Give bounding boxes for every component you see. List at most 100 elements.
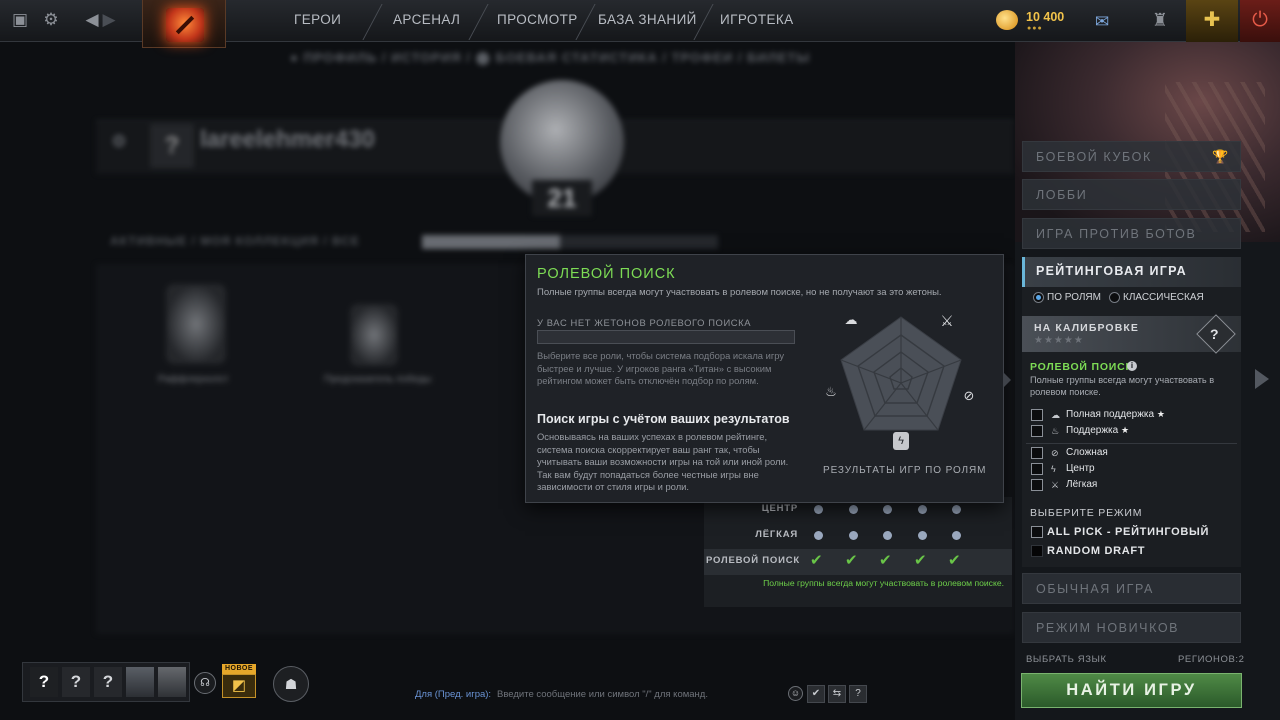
battle-cup-button[interactable]: БОЕВОЙ КУБОК 🏆 — [1022, 141, 1241, 172]
classic-label: КЛАССИЧЕСКАЯ — [1123, 292, 1204, 303]
info-icon[interactable]: i — [1127, 361, 1137, 371]
check-icon: ✔ — [810, 552, 823, 569]
chat-channel-label[interactable]: Для (Пред. игра): — [415, 689, 491, 700]
role-search-title: РОЛЕВОЙ ПОИСК — [1030, 361, 1133, 373]
nav-separator — [362, 4, 383, 40]
dota-plus-icon[interactable]: ✚ — [1186, 0, 1238, 42]
classic-radio[interactable] — [1109, 292, 1120, 303]
party-slot-empty[interactable]: ? — [62, 667, 90, 697]
role-search-description: Полные группы всегда могут участвовать в… — [1030, 375, 1215, 397]
role-table-note: Полные группы всегда могут участвовать в… — [763, 578, 1004, 588]
no-tokens-label: У ВАС НЕТ ЖЕТОНОВ РОЛЕВОГО ПОИСКА — [537, 317, 752, 328]
newbie-mode-button[interactable]: РЕЖИМ НОВИЧКОВ — [1022, 612, 1241, 643]
role-dot — [814, 505, 823, 514]
ranked-game-header[interactable]: РЕЙТИНГОВАЯ ИГРА — [1022, 257, 1241, 287]
armory-helmet-icon[interactable]: ♜ — [1148, 8, 1172, 32]
rank-unknown-icon: ? — [1210, 326, 1219, 342]
nav-separator — [468, 4, 489, 40]
role-dot — [849, 505, 858, 514]
username: lareelehmer430 — [200, 126, 375, 153]
role-dot — [814, 531, 823, 540]
star-icon: ★ — [1156, 409, 1165, 419]
party-hero-portrait[interactable] — [158, 667, 186, 697]
role-label: Лёгкая — [1066, 479, 1098, 490]
table-row: РОЛЕВОЙ ПОИСК ✔ ✔ ✔ ✔ ✔ — [704, 549, 1012, 575]
trophy-progress — [422, 235, 718, 249]
check-button-icon[interactable]: ✔ — [807, 685, 825, 703]
tooltip-subheading: Поиск игры с учётом ваших результатов — [537, 412, 790, 426]
trophy-label: Предсказатель победы — [324, 374, 432, 385]
mode-checkbox-all-pick[interactable] — [1031, 526, 1043, 538]
gear-icon[interactable]: ⚙ — [39, 8, 63, 32]
calibration-panel: НА КАЛИБРОВКЕ ★★★★★ ? — [1022, 314, 1241, 354]
normal-game-button[interactable]: ОБЫЧНАЯ ИГРА — [1022, 573, 1241, 604]
trophy-icon: 🏆 — [1212, 149, 1230, 164]
party-slot-self[interactable]: ? — [30, 667, 58, 697]
regions-link[interactable]: РЕГИОНОВ:2 — [1178, 654, 1245, 665]
translate-icon[interactable]: ⇆ — [828, 685, 846, 703]
nav-heroes[interactable]: ГЕРОИ — [294, 0, 341, 42]
nav-separator — [575, 4, 596, 40]
role-label: Полная поддержка ★ — [1066, 409, 1165, 420]
calibration-label: НА КАЛИБРОВКЕ — [1034, 322, 1139, 334]
dashboard-icon[interactable]: ▣ — [8, 8, 32, 32]
role-name: Полная поддержка — [1066, 409, 1155, 420]
role-checkbox-carry[interactable] — [1031, 479, 1043, 491]
chat-bubble-icon[interactable]: ✉ — [1090, 10, 1114, 34]
language-select-link[interactable]: ВЫБРАТЬ ЯЗЫК — [1026, 654, 1107, 665]
shards-coin-icon[interactable] — [996, 10, 1018, 30]
check-icon: ✔ — [914, 552, 927, 569]
role-dot — [952, 531, 961, 540]
role-label: Сложная — [1066, 447, 1108, 458]
tooltip-description: Полные группы всегда могут участвовать в… — [537, 287, 942, 298]
role-dot — [849, 531, 858, 540]
nav-armory[interactable]: АРСЕНАЛ — [393, 0, 460, 42]
check-icon: ✔ — [948, 552, 961, 569]
role-checkbox-offlane[interactable] — [1031, 447, 1043, 459]
emoji-icon[interactable]: ☺ — [788, 686, 803, 701]
headset-icon[interactable]: ☊ — [194, 672, 216, 694]
lobby-button[interactable]: ЛОББИ — [1022, 179, 1241, 210]
friends-group-icon[interactable]: ☗ — [273, 666, 309, 702]
role-stats-table: ЦЕНТР ЛЁГКАЯ РОЛЕВОЙ ПОИСК ✔ ✔ ✔ ✔ ✔ Пол… — [704, 497, 1012, 607]
nav-arcade[interactable]: ИГРОТЕКА — [720, 0, 794, 42]
nav-learn[interactable]: БАЗА ЗНАНИЙ — [598, 0, 697, 42]
trophy-label: Раффлерхолст — [158, 374, 229, 385]
by-roles-radio[interactable] — [1033, 292, 1044, 303]
battle-cup-label: БОЕВОЙ КУБОК — [1036, 150, 1152, 164]
support-icon: ♨ — [825, 384, 837, 399]
power-icon[interactable]: ⏻ — [1240, 0, 1280, 42]
role-checkbox-hard-support[interactable] — [1031, 409, 1043, 421]
collapse-arrow-icon[interactable] — [1255, 369, 1269, 389]
tooltip-paragraph: Выберите все роли, чтобы система подбора… — [537, 350, 785, 387]
carry-sword-icon: ⚔ — [1051, 480, 1060, 490]
event-icon[interactable]: ◩ — [222, 674, 256, 698]
dota-logo-button[interactable] — [142, 0, 226, 48]
hard-support-icon: ☁ — [844, 312, 858, 327]
radar-label: РЕЗУЛЬТАТЫ ИГР ПО РОЛЯМ — [823, 465, 987, 476]
party-slot-empty[interactable]: ? — [94, 667, 122, 697]
role-dot — [918, 505, 927, 514]
nav-watch[interactable]: ПРОСМОТР — [497, 0, 578, 42]
role-divider — [1026, 443, 1237, 444]
help-button[interactable]: ? — [849, 685, 867, 703]
role-checkbox-support[interactable] — [1031, 425, 1043, 437]
bots-button[interactable]: ИГРА ПРОТИВ БОТОВ — [1022, 218, 1241, 249]
role-checkbox-mid[interactable] — [1031, 463, 1043, 475]
find-game-button[interactable]: НАЙТИ ИГРУ — [1021, 673, 1242, 708]
carry-sword-icon: ⚔ — [940, 313, 954, 330]
mode-label-random-draft: RANDOM DRAFT — [1047, 545, 1146, 557]
avatar: ? — [150, 124, 194, 168]
party-hero-portrait[interactable] — [126, 667, 154, 697]
chat-input[interactable]: Введите сообщение или символ "/" для ком… — [497, 689, 708, 700]
offlane-icon: ⊘ — [1051, 448, 1059, 458]
role-dot — [883, 505, 892, 514]
mode-checkbox-random-draft[interactable] — [1031, 545, 1043, 557]
hard-support-icon: ☁ — [1051, 410, 1060, 420]
forward-arrow-icon[interactable]: ▶ — [97, 8, 121, 32]
check-icon: ✔ — [845, 552, 858, 569]
trophy-icon — [166, 284, 226, 364]
select-mode-title: ВЫБЕРИТЕ РЕЖИМ — [1030, 507, 1143, 519]
role-dot — [883, 531, 892, 540]
role-row-label: ЦЕНТР — [761, 503, 798, 514]
